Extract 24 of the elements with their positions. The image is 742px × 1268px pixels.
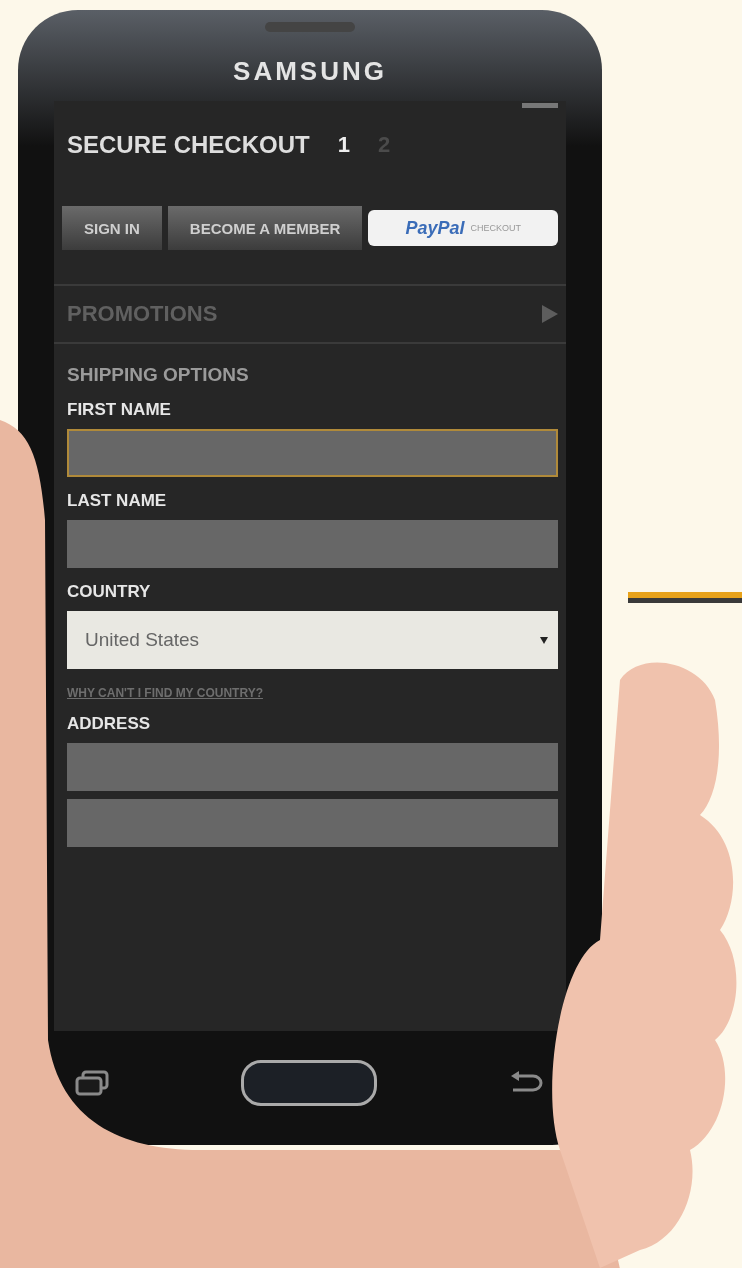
recent-apps-icon[interactable] xyxy=(75,1070,109,1096)
page-title: SECURE CHECKOUT xyxy=(67,131,310,159)
paypal-caption: CHECKOUT xyxy=(470,223,521,233)
help-link[interactable]: WHY CAN'T I FIND MY COUNTRY? xyxy=(67,686,558,700)
dropdown-caret-icon xyxy=(540,636,548,644)
auth-button[interactable]: SIGN IN xyxy=(62,206,162,250)
field-label: FIRST NAME xyxy=(67,400,172,420)
input-field[interactable] xyxy=(67,429,558,477)
auth-button[interactable]: BECOME A MEMBER xyxy=(167,206,363,250)
input-field[interactable] xyxy=(67,799,558,847)
play-arrow-icon xyxy=(542,305,558,323)
home-button[interactable] xyxy=(241,1060,377,1106)
field-label: LAST NAME xyxy=(67,491,168,511)
paypal-logo: PayPal xyxy=(405,217,465,239)
section-title: SHIPPING OPTIONS xyxy=(67,364,250,386)
input-field[interactable] xyxy=(67,520,558,568)
speaker-icon xyxy=(265,22,355,32)
field-label: COUNTRY xyxy=(67,582,152,602)
input-field[interactable] xyxy=(67,743,558,791)
step-number: 1 xyxy=(337,132,350,158)
country-dropdown[interactable]: United States xyxy=(67,611,558,669)
field-label: ADDRESS xyxy=(67,714,152,734)
brand-logo: SAMSUNG xyxy=(233,56,387,87)
paypal-button[interactable]: PayPal CHECKOUT xyxy=(368,210,558,246)
